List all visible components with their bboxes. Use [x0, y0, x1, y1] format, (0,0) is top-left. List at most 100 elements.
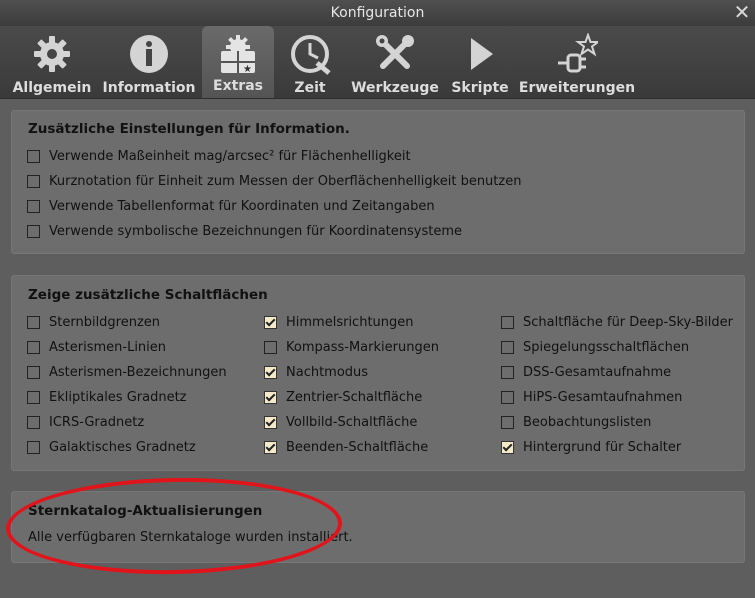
- panel-title: Sternkatalog-Aktualisierungen: [28, 503, 263, 519]
- play-icon: [458, 32, 502, 76]
- tab-erweiterungen[interactable]: Erweiterungen: [519, 26, 635, 98]
- tab-werkzeuge[interactable]: Werkzeuge: [351, 26, 439, 98]
- option-dso-images-button[interactable]: Schaltfläche für Deep-Sky-Bilder: [501, 312, 733, 332]
- panel-title: Zeige zusätzliche Schaltflächen: [28, 287, 268, 303]
- checkbox-checked[interactable]: [264, 390, 277, 404]
- option-label: Himmelsrichtungen: [286, 314, 414, 330]
- option-label: Spiegelungsschaltflächen: [523, 339, 690, 355]
- option-label: Kurznotation für Einheit zum Messen der …: [49, 173, 522, 189]
- window-title: Konfiguration: [330, 5, 425, 21]
- checkbox[interactable]: [501, 415, 514, 429]
- option-fullscreen-button[interactable]: Vollbild-Schaltfläche: [264, 412, 417, 432]
- gear-icon: [30, 32, 74, 76]
- option-label: Asterismen-Bezeichnungen: [49, 364, 227, 380]
- panel-title: Zusätzliche Einstellungen für Informatio…: [28, 121, 350, 137]
- checkbox[interactable]: [501, 365, 514, 379]
- tab-label: Zeit: [294, 80, 326, 96]
- catalog-status-text: Alle verfügbaren Sternkataloge wurden in…: [28, 530, 353, 545]
- checkbox[interactable]: [501, 315, 514, 329]
- checkbox[interactable]: [27, 365, 40, 379]
- clock-icon: [288, 32, 332, 76]
- option-night-mode[interactable]: Nachtmodus: [264, 362, 368, 382]
- tab-label: Allgemein: [12, 80, 92, 96]
- checkbox-checked[interactable]: [264, 415, 277, 429]
- option-label: Nachtmodus: [286, 364, 369, 380]
- option-label: Beenden-Schaltfläche: [286, 439, 429, 455]
- option-mag-arcsec[interactable]: Verwende Maßeinheit mag/arcsec² für Fläc…: [27, 146, 411, 166]
- tab-label: Skripte: [451, 80, 509, 96]
- checkbox[interactable]: [27, 415, 40, 429]
- extras-icon: ★: [216, 32, 260, 76]
- tab-extras[interactable]: ★ Extras: [202, 26, 274, 98]
- window-titlebar: Konfiguration ✕: [0, 0, 755, 26]
- option-ecliptic-grid[interactable]: Ekliptikales Gradnetz: [27, 387, 187, 407]
- checkbox[interactable]: [27, 340, 40, 354]
- option-label: Beobachtungslisten: [523, 414, 652, 430]
- checkbox-checked[interactable]: [264, 315, 277, 329]
- option-hips-surveys[interactable]: HiPS-Gesamtaufnahmen: [501, 387, 682, 407]
- checkbox[interactable]: [27, 149, 40, 163]
- option-table-format[interactable]: Verwende Tabellenformat für Koordinaten …: [27, 196, 435, 216]
- option-quit-button[interactable]: Beenden-Schaltfläche: [264, 437, 428, 457]
- tab-skripte[interactable]: Skripte: [450, 26, 510, 98]
- checkbox[interactable]: [27, 174, 40, 188]
- option-observing-lists[interactable]: Beobachtungslisten: [501, 412, 651, 432]
- option-symbolic-names[interactable]: Verwende symbolische Bezeichnungen für K…: [27, 221, 462, 241]
- close-icon: ✕: [733, 0, 751, 24]
- tab-allgemein[interactable]: Allgemein: [12, 26, 92, 98]
- option-label: ICRS-Gradnetz: [49, 414, 145, 430]
- option-label: DSS-Gesamtaufnahme: [523, 364, 672, 380]
- option-flip-buttons[interactable]: Spiegelungsschaltflächen: [501, 337, 689, 357]
- option-short-notation[interactable]: Kurznotation für Einheit zum Messen der …: [27, 171, 521, 191]
- checkbox[interactable]: [501, 340, 514, 354]
- config-toolbar: Allgemein Information ★ Extras Zeit Werk…: [0, 26, 755, 99]
- option-label: Galaktisches Gradnetz: [49, 439, 196, 455]
- extra-buttons-panel: Zeige zusätzliche Schaltflächen Sternbil…: [11, 275, 745, 471]
- tab-label: Information: [102, 80, 196, 96]
- option-label: Hintergrund für Schalter: [523, 439, 682, 455]
- option-label: Kompass-Markierungen: [286, 339, 439, 355]
- tab-label: Extras: [213, 78, 263, 94]
- info-settings-panel: Zusätzliche Einstellungen für Informatio…: [11, 110, 745, 254]
- option-label: Ekliptikales Gradnetz: [49, 389, 187, 405]
- option-label: Asterismen-Linien: [49, 339, 167, 355]
- option-label: Sternbildgrenzen: [49, 314, 161, 330]
- option-label: Schaltfläche für Deep-Sky-Bilder: [523, 314, 733, 330]
- close-button[interactable]: ✕: [731, 2, 753, 24]
- option-icrs-grid[interactable]: ICRS-Gradnetz: [27, 412, 144, 432]
- option-compass-marks[interactable]: Kompass-Markierungen: [264, 337, 439, 357]
- checkbox[interactable]: [27, 440, 40, 454]
- option-button-background[interactable]: Hintergrund für Schalter: [501, 437, 681, 457]
- option-constellation-boundaries[interactable]: Sternbildgrenzen: [27, 312, 160, 332]
- tab-label: Erweiterungen: [518, 80, 636, 96]
- checkbox[interactable]: [264, 340, 277, 354]
- option-asterism-lines[interactable]: Asterismen-Linien: [27, 337, 166, 357]
- checkbox-checked[interactable]: [264, 365, 277, 379]
- checkbox[interactable]: [27, 390, 40, 404]
- option-label: Zentrier-Schaltfläche: [286, 389, 423, 405]
- checkbox[interactable]: [27, 315, 40, 329]
- option-cardinal-points[interactable]: Himmelsrichtungen: [264, 312, 414, 332]
- checkbox[interactable]: [27, 199, 40, 213]
- option-label: Vollbild-Schaltfläche: [286, 414, 418, 430]
- tab-zeit[interactable]: Zeit: [284, 26, 336, 98]
- checkbox[interactable]: [27, 224, 40, 238]
- option-label: Verwende Maßeinheit mag/arcsec² für Fläc…: [49, 148, 411, 164]
- option-label: Verwende Tabellenformat für Koordinaten …: [49, 198, 435, 214]
- checkbox-checked[interactable]: [264, 440, 277, 454]
- checkbox-checked[interactable]: [501, 440, 514, 454]
- checkbox[interactable]: [501, 390, 514, 404]
- option-label: Verwende symbolische Bezeichnungen für K…: [49, 223, 462, 239]
- star-catalog-panel: Sternkatalog-Aktualisierungen Alle verfü…: [11, 491, 745, 563]
- svg-text:★: ★: [243, 64, 252, 75]
- tab-label: Werkzeuge: [351, 80, 439, 96]
- tools-icon: [373, 32, 417, 76]
- option-label: HiPS-Gesamtaufnahmen: [523, 389, 683, 405]
- option-galactic-grid[interactable]: Galaktisches Gradnetz: [27, 437, 196, 457]
- plugin-icon: [555, 32, 599, 76]
- option-asterism-labels[interactable]: Asterismen-Bezeichnungen: [27, 362, 227, 382]
- option-center-button[interactable]: Zentrier-Schaltfläche: [264, 387, 422, 407]
- info-icon: [127, 32, 171, 76]
- tab-information[interactable]: Information: [102, 26, 196, 98]
- option-dss-survey[interactable]: DSS-Gesamtaufnahme: [501, 362, 671, 382]
